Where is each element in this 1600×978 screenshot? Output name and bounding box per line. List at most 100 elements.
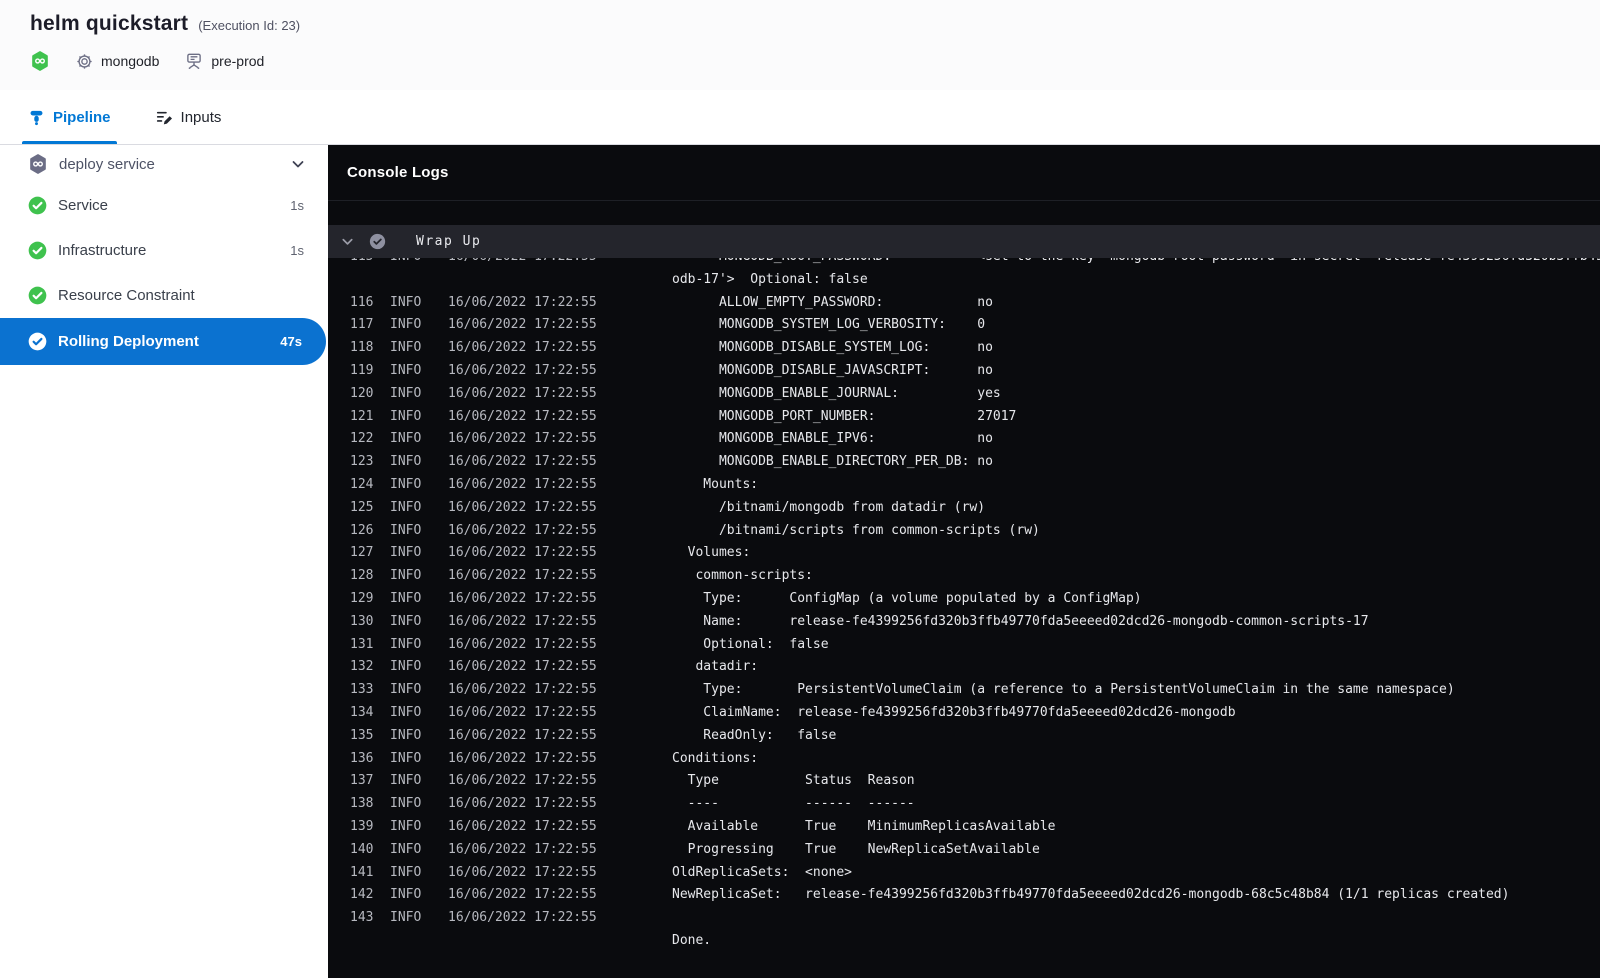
log-row: 119 INFO 16/06/2022 17:22:55 MONGODB_DISAB… [328,360,1600,383]
log-timestamp: 16/06/2022 17:22:55 [448,340,597,356]
log-level: INFO [390,773,422,789]
log-line-number: 123 [350,454,374,470]
log-row: 135 INFO 16/06/2022 17:22:55 ReadOnly: fal… [328,725,1600,748]
stage-row-deploy-service[interactable]: deploy service [0,145,328,183]
log-level: INFO [390,431,422,447]
log-row: 139 INFO 16/06/2022 17:22:55 Available Tru… [328,816,1600,839]
log-timestamp: 16/06/2022 17:22:55 [448,499,597,515]
environment-icon [185,52,203,70]
environment-meta[interactable]: pre-prod [185,52,264,70]
step-row-resource-constraint[interactable]: Resource Constraint [0,273,328,318]
log-list: 115 INFO 16/06/2022 17:22:55 MONGODB_ROOT_… [328,258,1600,978]
log-message: Type: ConfigMap (a volume populated by a… [672,590,1142,606]
step-list: Service 1s Infrastructure 1s Resource Constr… [0,183,328,365]
log-message: Optional: false [672,636,829,652]
log-message: /bitnami/mongodb from datadir (rw) [672,499,986,515]
log-message: MONGODB_SYSTEM_LOG_VERBOSITY: 0 [672,317,986,333]
log-timestamp: 16/06/2022 17:22:55 [448,727,597,743]
log-line-number: 126 [350,522,374,538]
log-line-number: 116 [350,294,374,310]
step-label: Resource Constraint [58,287,195,304]
log-level: INFO [390,294,422,310]
log-message: common-scripts: [672,568,813,584]
step-row-infrastructure[interactable]: Infrastructure 1s [0,228,328,273]
log-row: 121 INFO 16/06/2022 17:22:55 MONGODB_PORT_… [328,406,1600,429]
log-timestamp: 16/06/2022 17:22:55 [448,750,597,766]
log-timestamp: 16/06/2022 17:22:55 [448,408,597,424]
step-duration: 1s [290,243,304,258]
log-line-number: 128 [350,568,374,584]
step-success-check-icon [28,241,47,260]
log-timestamp: 16/06/2022 17:22:55 [448,431,597,447]
log-message: ALLOW_EMPTY_PASSWORD: no [672,294,993,310]
step-label: Service [58,197,109,214]
log-line-number: 136 [350,750,374,766]
log-row: Done. [328,930,1600,953]
log-line-number: 132 [350,659,374,675]
log-message: /bitnami/scripts from common-scripts (rw… [672,522,1040,538]
log-level [390,269,448,292]
log-level: INFO [390,476,422,492]
service-meta[interactable]: mongodb [76,53,159,70]
log-row: 120 INFO 16/06/2022 17:22:55 MONGODB_ENABL… [328,383,1600,406]
log-line-number [350,930,390,953]
log-line-number: 129 [350,590,374,606]
execution-header: helm quickstart (Execution Id: 23) mongo… [0,0,1600,90]
tab-inputs[interactable]: Inputs [155,90,221,144]
log-level: INFO [390,841,422,857]
tab-pipeline-label: Pipeline [53,108,111,126]
log-timestamp: 16/06/2022 17:22:55 [448,682,597,698]
log-timestamp: 16/06/2022 17:22:55 [448,362,597,378]
log-line-number: 141 [350,864,374,880]
service-name: mongodb [101,53,160,69]
log-message: MONGODB_PORT_NUMBER: 27017 [672,408,1017,424]
view-tabbar: Pipeline Inputs [0,90,1600,145]
log-row: 140 INFO 16/06/2022 17:22:55 Progressing T… [328,839,1600,862]
log-line-number: 120 [350,385,374,401]
log-level: INFO [390,454,422,470]
log-row: 122 INFO 16/06/2022 17:22:55 MONGODB_ENABL… [328,428,1600,451]
log-row: 130 INFO 16/06/2022 17:22:55 Name: release… [328,611,1600,634]
log-message: Name: release-fe4399256fd320b3ffb49770fd… [672,613,1369,629]
log-row: 138 INFO 16/06/2022 17:22:55 ---- ------ -… [328,793,1600,816]
content-split: deploy service Service 1s Infrastructure 1s… [0,145,1600,978]
log-level: INFO [390,385,422,401]
log-message: Available True MinimumReplicasAvailable [672,818,1056,834]
chevron-down-icon[interactable] [340,234,355,249]
log-timestamp: 16/06/2022 17:22:55 [448,258,672,269]
step-row-service[interactable]: Service 1s [0,183,328,228]
console-gap [328,201,1600,225]
log-line-number: 115 [350,258,390,269]
log-level: INFO [390,636,422,652]
log-line-number: 125 [350,499,374,515]
step-success-check-icon [369,233,386,250]
log-row: 115INFO16/06/2022 17:22:55 MONGODB_ROOT_… [328,258,1600,269]
step-row-rolling-deployment[interactable]: Rolling Deployment 47s [0,318,326,365]
log-message: MONGODB_ROOT_PASSWORD: <set to the key '… [672,258,1600,269]
log-level [390,930,448,953]
stage-icon [28,154,48,174]
log-message: Volumes: [672,545,751,561]
log-level: INFO [390,340,422,356]
step-label: Infrastructure [58,242,147,259]
log-message: datadir: [672,659,759,675]
step-duration: 1s [290,198,304,213]
log-timestamp: 16/06/2022 17:22:55 [448,317,597,333]
log-message: ---- ------ ------ [672,796,915,812]
pipeline-icon [28,109,45,126]
log-timestamp: 16/06/2022 17:22:55 [448,522,597,538]
console-header: Console Logs [328,145,1600,201]
log-level: INFO [390,704,422,720]
log-timestamp: 16/06/2022 17:22:55 [448,818,597,834]
tab-pipeline[interactable]: Pipeline [22,90,117,144]
chevron-down-icon[interactable] [290,156,306,172]
log-line-number: 127 [350,545,374,561]
log-timestamp: 16/06/2022 17:22:55 [448,773,597,789]
log-level: INFO [390,613,422,629]
log-section-wrap-up[interactable]: Wrap Up [328,225,1600,258]
stage-label: deploy service [59,155,155,173]
log-row: 124 INFO 16/06/2022 17:22:55 Mounts: [328,474,1600,497]
log-row: 123 INFO 16/06/2022 17:22:55 MONGODB_ENABL… [328,451,1600,474]
log-message: odb-17'> Optional: false [672,271,868,287]
log-level: INFO [390,499,422,515]
